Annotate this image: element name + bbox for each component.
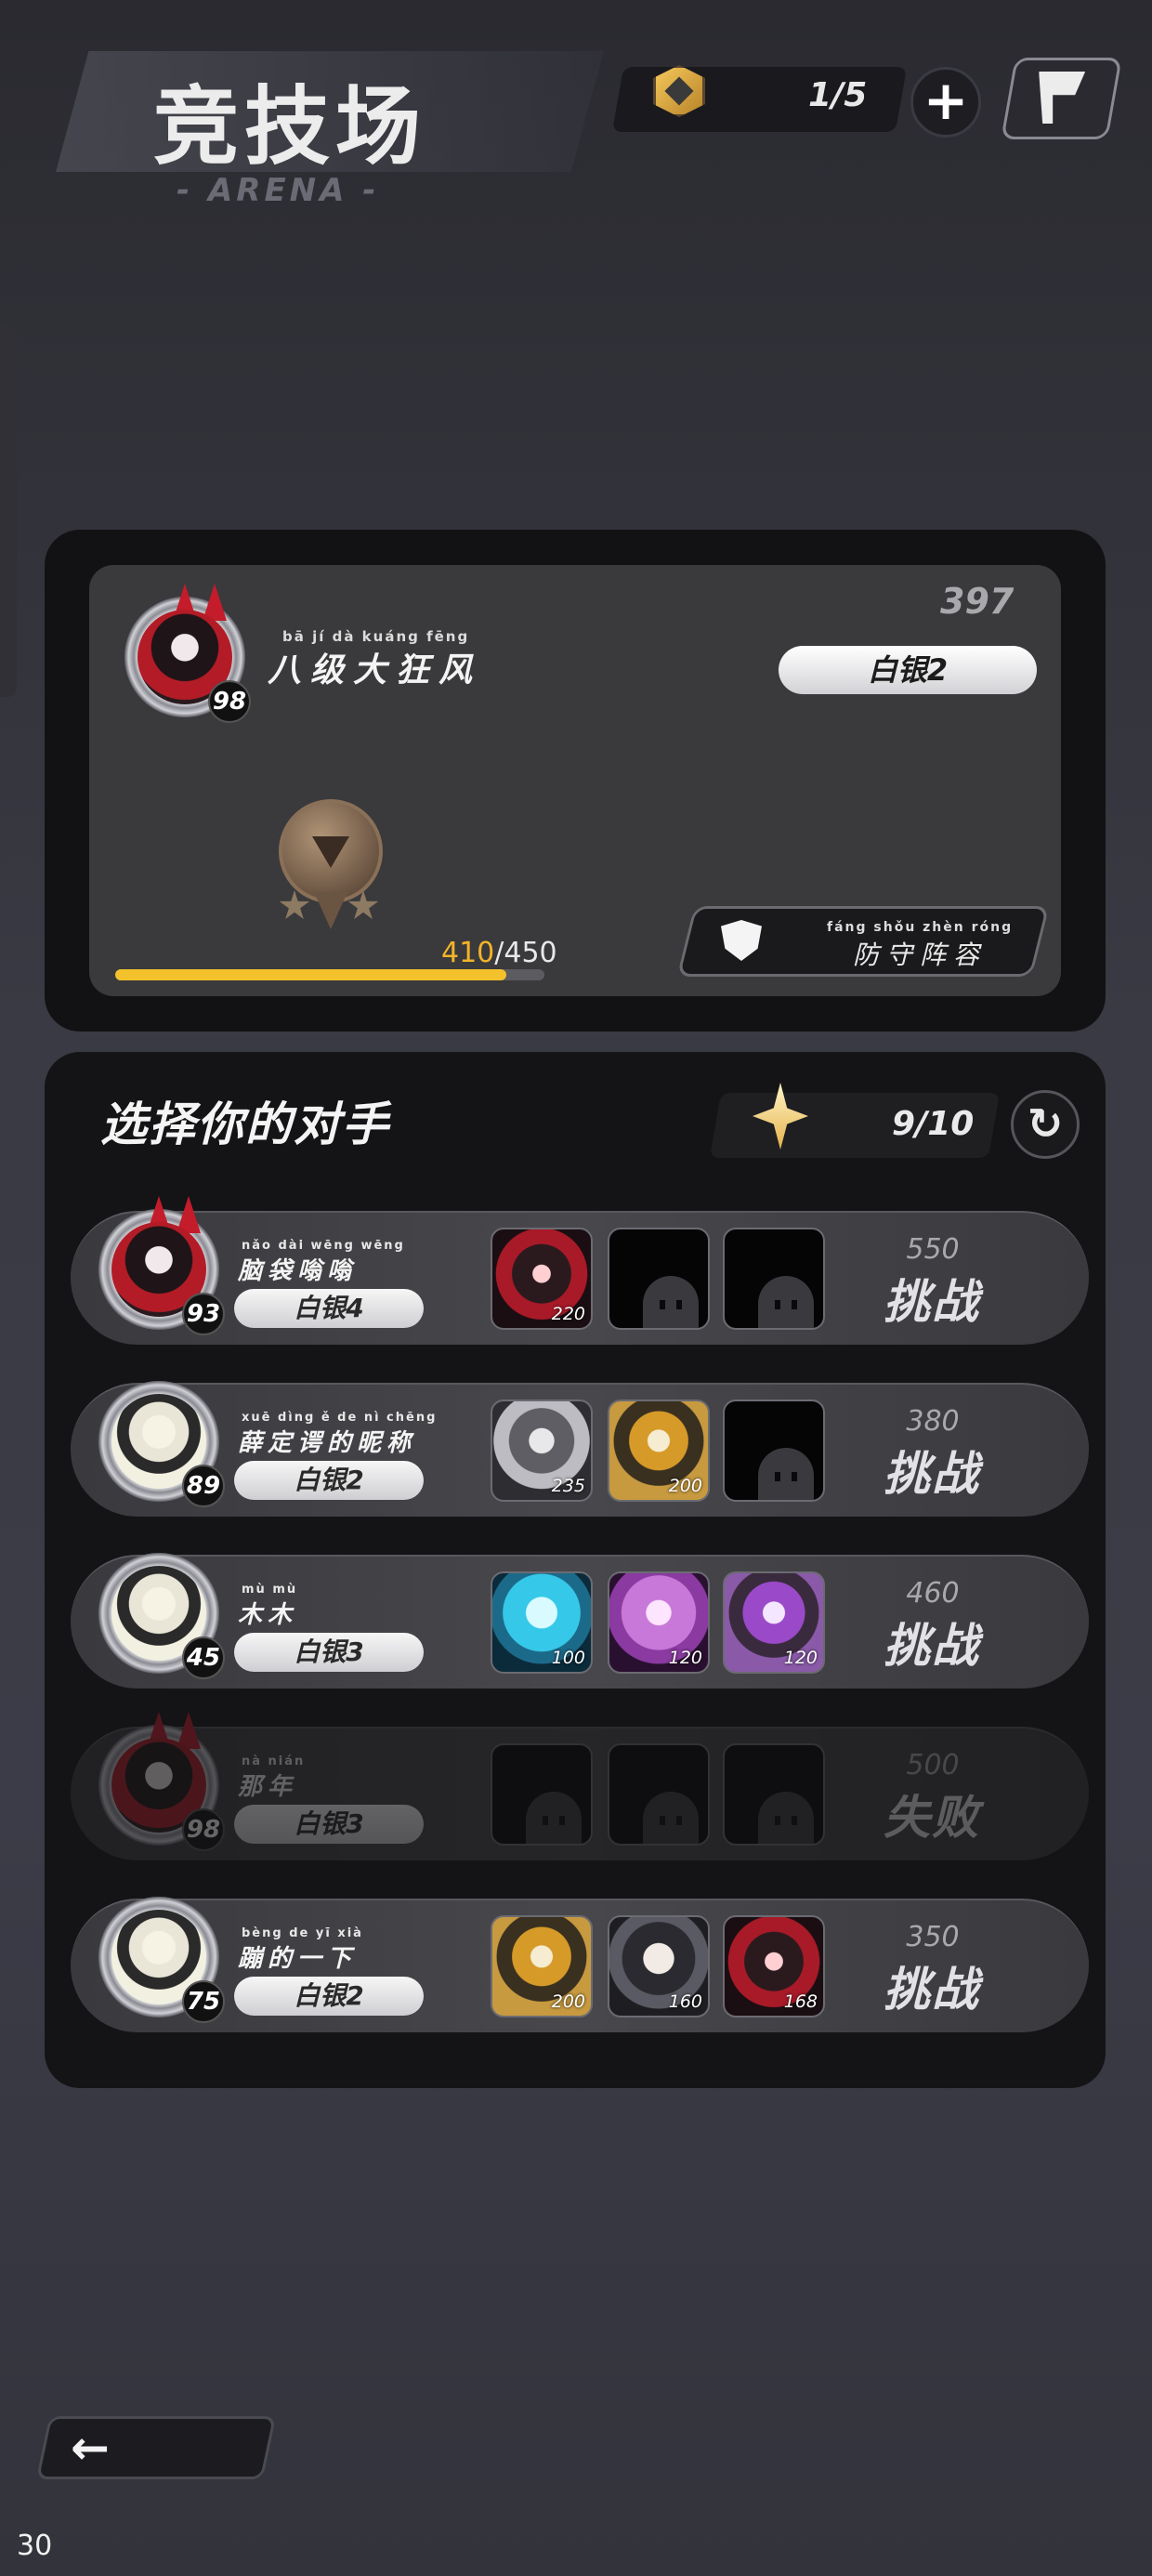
team-member-slot: 200 [491,1915,593,2017]
team-member-slot: 220 [491,1228,593,1330]
currency-value: 1/5 [808,76,868,114]
flag-icon [1039,72,1085,124]
challenge-ticket-value: 9/10 [892,1105,975,1143]
opponent-level-badge: 89 [182,1465,225,1507]
team-member-power: 200 [551,1991,585,2012]
challenge-button[interactable]: 挑战 [862,1952,1001,2019]
challenge-button[interactable]: 挑战 [862,1437,1001,1504]
opponent-score: 460 [906,1577,960,1610]
xp-progress-fill [115,969,506,980]
player-name: 八级大狂风 [268,651,482,690]
team-member-power: 168 [783,1991,818,2012]
opponent-row[interactable]: 45 mù mù 木木白银3 100 120 120 460 挑战 [71,1553,1089,1689]
opponent-name: 薛定谔的昵称 [238,1429,417,1457]
defeated-label: 失败 [884,1791,980,1845]
opponent-level-badge: 98 [182,1808,225,1851]
team-member-power: 120 [668,1648,702,1668]
page-title: 竞技场 [153,77,427,177]
placeholder-silhouette-icon [758,1448,814,1500]
team-member-power: 160 [668,1991,702,2012]
opponent-name-pinyin: nǎo dài wēng wēng [242,1239,405,1253]
xp-progress-bar [115,969,544,980]
opponent-score: 550 [906,1233,960,1266]
player-score: 397 [940,581,1015,622]
xp-progress-text: 410/450 [441,937,557,969]
opponent-rank-badge: 白银2 [234,1461,424,1500]
opponent-name-pinyin: bèng de yī xià [242,1926,363,1940]
team-member-power: 235 [551,1476,585,1496]
player-rank-badge: 白银2 [779,646,1037,694]
opponent-level-badge: 75 [182,1980,225,2023]
opponent-score: 500 [906,1749,960,1781]
fps-counter: 30 [17,2530,53,2562]
refresh-opponents-button[interactable]: ↻ [1011,1090,1080,1159]
opponent-name: 那年 [238,1773,298,1801]
player-level-badge: 98 [208,680,251,723]
challenge-button[interactable]: 挑战 [862,1609,1001,1676]
rank-medal-icon [279,799,383,903]
add-currency-button[interactable]: + [910,67,981,138]
team-member-power: 120 [783,1648,818,1668]
opponent-avatar: 45 [98,1553,225,1679]
opponent-avatar: 75 [98,1897,225,2023]
defense-lineup-label: fáng shǒu zhèn róng 防守阵容 [827,920,1014,970]
team-member-slot: 200 [608,1400,710,1502]
opponent-rank-badge: 白银3 [234,1805,424,1844]
team-member-slot: 160 [608,1915,710,2017]
opponent-rank-badge: 白银2 [234,1977,424,2016]
empty-team-slot [723,1400,825,1502]
opponent-row[interactable]: 98 nà nián 那年白银3 500 失败 [71,1712,1089,1860]
empty-team-slot [723,1228,825,1330]
opponent-name: 木木 [238,1601,298,1629]
opponents-title: 选择你的对手 [100,1097,390,1151]
opponent-avatar: 89 [98,1381,225,1507]
opponent-row[interactable]: 93 nǎo dài wēng wēng 脑袋嗡嗡白银4 220 550 挑战 [71,1196,1089,1345]
rank-flag-button[interactable] [1001,58,1122,139]
player-avatar[interactable]: 98 [124,584,251,723]
team-member-slot: 100 [491,1571,593,1674]
team-member-slot: 120 [723,1571,825,1674]
team-member-power: 220 [551,1304,585,1324]
opponent-name-pinyin: xuē dìng ě de nì chēng [242,1411,438,1425]
empty-team-slot [608,1743,710,1846]
opponent-rank-badge: 白银4 [234,1289,424,1328]
refresh-icon: ↻ [1027,1098,1064,1149]
opponent-rank-badge: 白银3 [234,1633,424,1672]
opponent-avatar: 98 [98,1712,225,1851]
opponent-level-badge: 45 [182,1636,225,1679]
team-member-slot: 120 [608,1571,710,1674]
opponent-row[interactable]: 75 bèng de yī xià 蹦的一下白银2 200 160 168 350 挑战 [71,1897,1089,2032]
page-subtitle: - ARENA - [177,172,380,209]
empty-team-slot [608,1228,710,1330]
side-drawer-tab[interactable] [0,325,17,697]
opponent-name-pinyin: mù mù [242,1583,298,1597]
back-arrow-icon: ← [71,2421,110,2475]
team-member-slot: 168 [723,1915,825,2017]
placeholder-silhouette-icon [758,1792,814,1844]
placeholder-silhouette-icon [643,1792,699,1844]
empty-team-slot [723,1743,825,1846]
opponent-avatar: 93 [98,1196,225,1335]
team-member-power: 100 [551,1648,585,1668]
challenge-button[interactable]: 挑战 [862,1265,1001,1332]
placeholder-silhouette-icon [643,1276,699,1328]
team-member-power: 200 [668,1476,702,1496]
placeholder-silhouette-icon [526,1792,582,1844]
opponent-level-badge: 93 [182,1293,225,1335]
opponent-score: 380 [906,1405,960,1438]
opponent-name: 蹦的一下 [238,1945,358,1973]
opponent-name: 脑袋嗡嗡 [238,1257,358,1285]
placeholder-silhouette-icon [758,1276,814,1328]
opponent-row[interactable]: 89 xuē dìng ě de nì chēng 薛定谔的昵称白银2 235 200 3… [71,1381,1089,1517]
empty-team-slot [491,1743,593,1846]
opponent-score: 350 [906,1921,960,1953]
team-member-slot: 235 [491,1400,593,1502]
opponent-name-pinyin: nà nián [242,1755,306,1768]
